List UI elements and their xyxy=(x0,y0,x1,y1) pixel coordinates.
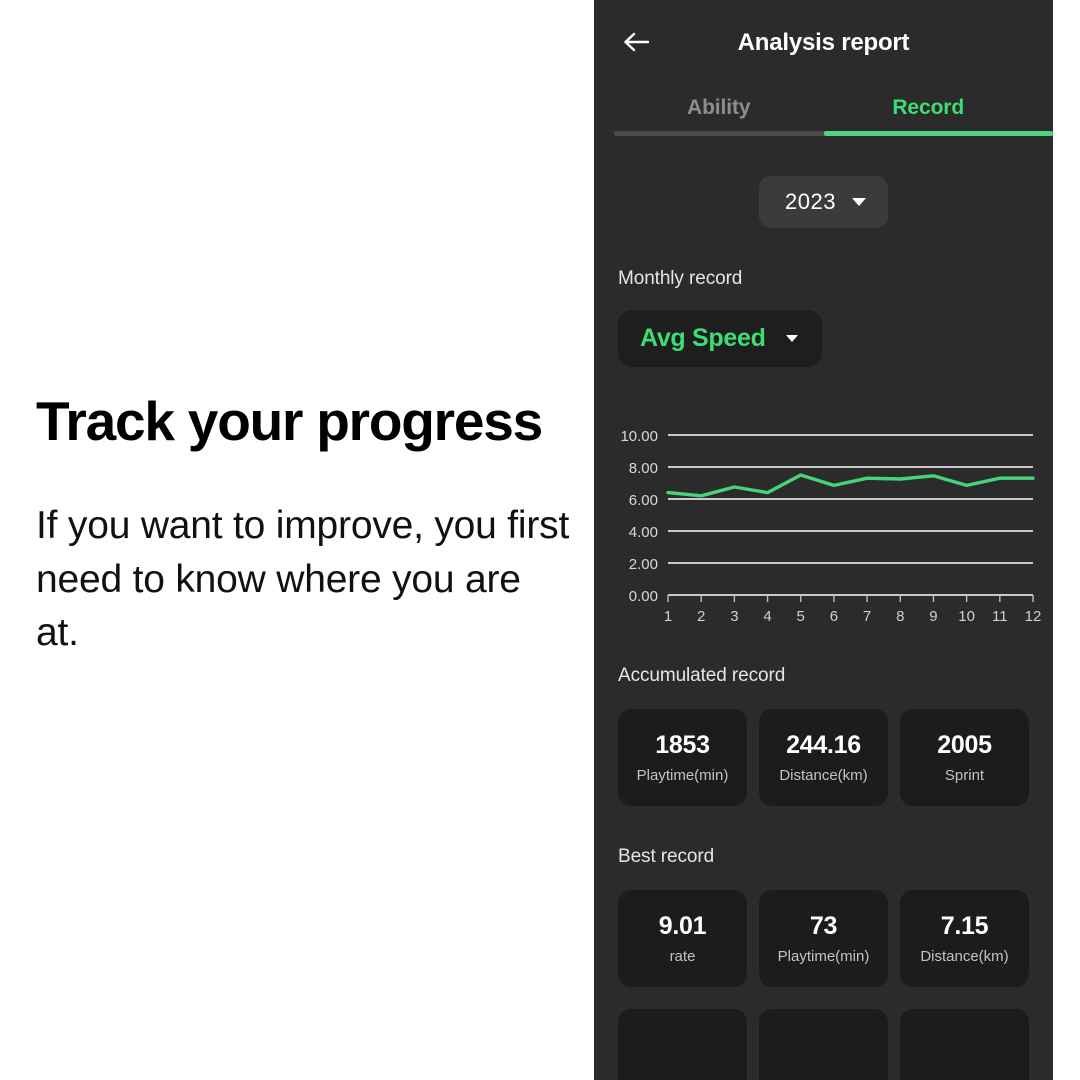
best-record-label: Best record xyxy=(618,846,715,867)
best-card[interactable]: 7.15 Distance(km) xyxy=(900,890,1029,987)
accumulated-card-value: 1853 xyxy=(655,731,710,759)
chart-xtick-label: 8 xyxy=(896,608,904,625)
chart-xtick-label: 2 xyxy=(697,608,705,625)
chart-xtick-label: 10 xyxy=(958,608,975,625)
best-card-label: rate xyxy=(669,948,696,965)
accumulated-card-value: 244.16 xyxy=(786,731,861,759)
promo-panel: Track your progress If you want to impro… xyxy=(0,0,594,1080)
chart-xtick-label: 7 xyxy=(863,608,871,625)
accumulated-card-label: Sprint xyxy=(944,767,985,784)
accumulated-card-value: 2005 xyxy=(937,731,992,759)
monthly-record-label: Monthly record xyxy=(618,268,743,289)
year-selector-row: 2023 xyxy=(594,176,1053,228)
tab-underline-active xyxy=(823,131,1053,136)
best-overflow-card[interactable] xyxy=(618,1009,747,1080)
best-card-label: Distance(km) xyxy=(920,948,1009,965)
year-select[interactable]: 2023 xyxy=(759,176,888,228)
app-screen: Analysis report Ability Record 2023 Mont… xyxy=(594,0,1053,1080)
best-card-value: 9.01 xyxy=(658,912,707,940)
chart-xtick-label: 3 xyxy=(730,608,738,625)
chart-ytick-label: 10.00 xyxy=(620,428,658,445)
chart-xtick-label: 5 xyxy=(797,608,805,625)
arrow-left-icon xyxy=(621,30,651,59)
promo-headline: Track your progress xyxy=(36,390,543,452)
monthly-record-chart: 0.00 2.00 4.00 6.00 8.00 10.00 1 2 3 4 5 6 7 8 9 10 11 12 xyxy=(594,413,1053,643)
year-value: 2023 xyxy=(785,189,836,214)
best-record-cards: 9.01 rate 73 Playtime(min) 7.15 Distance(km) xyxy=(594,890,1053,987)
chart-xtick-label: 11 xyxy=(992,608,1008,625)
chart-ytick-label: 0.00 xyxy=(629,588,658,605)
chart-data-line xyxy=(666,473,1035,498)
best-card[interactable]: 73 Playtime(min) xyxy=(759,890,888,987)
screenshot-root: Track your progress If you want to impro… xyxy=(0,0,1080,1080)
accumulated-card[interactable]: 2005 Sprint xyxy=(900,709,1029,806)
best-card-value: 73 xyxy=(809,912,838,940)
chart-ytick-label: 8.00 xyxy=(629,460,658,477)
accumulated-card[interactable]: 1853 Playtime(min) xyxy=(618,709,747,806)
chart-xtick-label: 9 xyxy=(929,608,937,625)
chart-xtick-label: 1 xyxy=(664,608,672,625)
line-chart-svg: 0.002.004.006.008.0010.001 2 3 4 5 6 7 8 9 10 11 12 xyxy=(620,428,1042,625)
chart-xtick-label: 4 xyxy=(763,608,771,625)
best-overflow-card[interactable] xyxy=(900,1009,1029,1080)
page-title: Analysis report xyxy=(737,29,910,56)
best-card-label: Playtime(min) xyxy=(777,948,870,965)
best-card[interactable]: 9.01 rate xyxy=(618,890,747,987)
chart-ytick-label: 6.00 xyxy=(629,492,658,509)
promo-subline: If you want to improve, you first need t… xyxy=(36,503,570,655)
best-card-value: 7.15 xyxy=(940,912,989,940)
promo-text-block: Track your progress If you want to impro… xyxy=(36,390,574,660)
chart-xtick-label: 6 xyxy=(830,608,838,625)
accumulated-card[interactable]: 244.16 Distance(km) xyxy=(759,709,888,806)
chart-xtick-label: 12 xyxy=(1025,608,1042,625)
accumulated-card-label: Playtime(min) xyxy=(636,767,729,784)
best-record-cards-overflow xyxy=(594,1009,1053,1080)
accumulated-record-label: Accumulated record xyxy=(618,665,786,686)
chevron-down-icon xyxy=(785,335,798,342)
metric-value: Avg Speed xyxy=(640,324,766,352)
metric-select[interactable]: Avg Speed xyxy=(618,310,822,367)
chart-ytick-label: 2.00 xyxy=(629,556,658,573)
accumulated-record-cards: 1853 Playtime(min) 244.16 Distance(km) 2005 S… xyxy=(594,709,1053,806)
chart-ytick-label: 4.00 xyxy=(629,524,658,541)
app-bar: Analysis report xyxy=(594,0,1053,86)
accumulated-card-label: Distance(km) xyxy=(779,767,868,784)
back-button[interactable] xyxy=(616,26,656,62)
best-overflow-card[interactable] xyxy=(759,1009,888,1080)
chevron-down-icon xyxy=(851,198,866,206)
tab-bar: Ability Record xyxy=(594,86,1053,142)
